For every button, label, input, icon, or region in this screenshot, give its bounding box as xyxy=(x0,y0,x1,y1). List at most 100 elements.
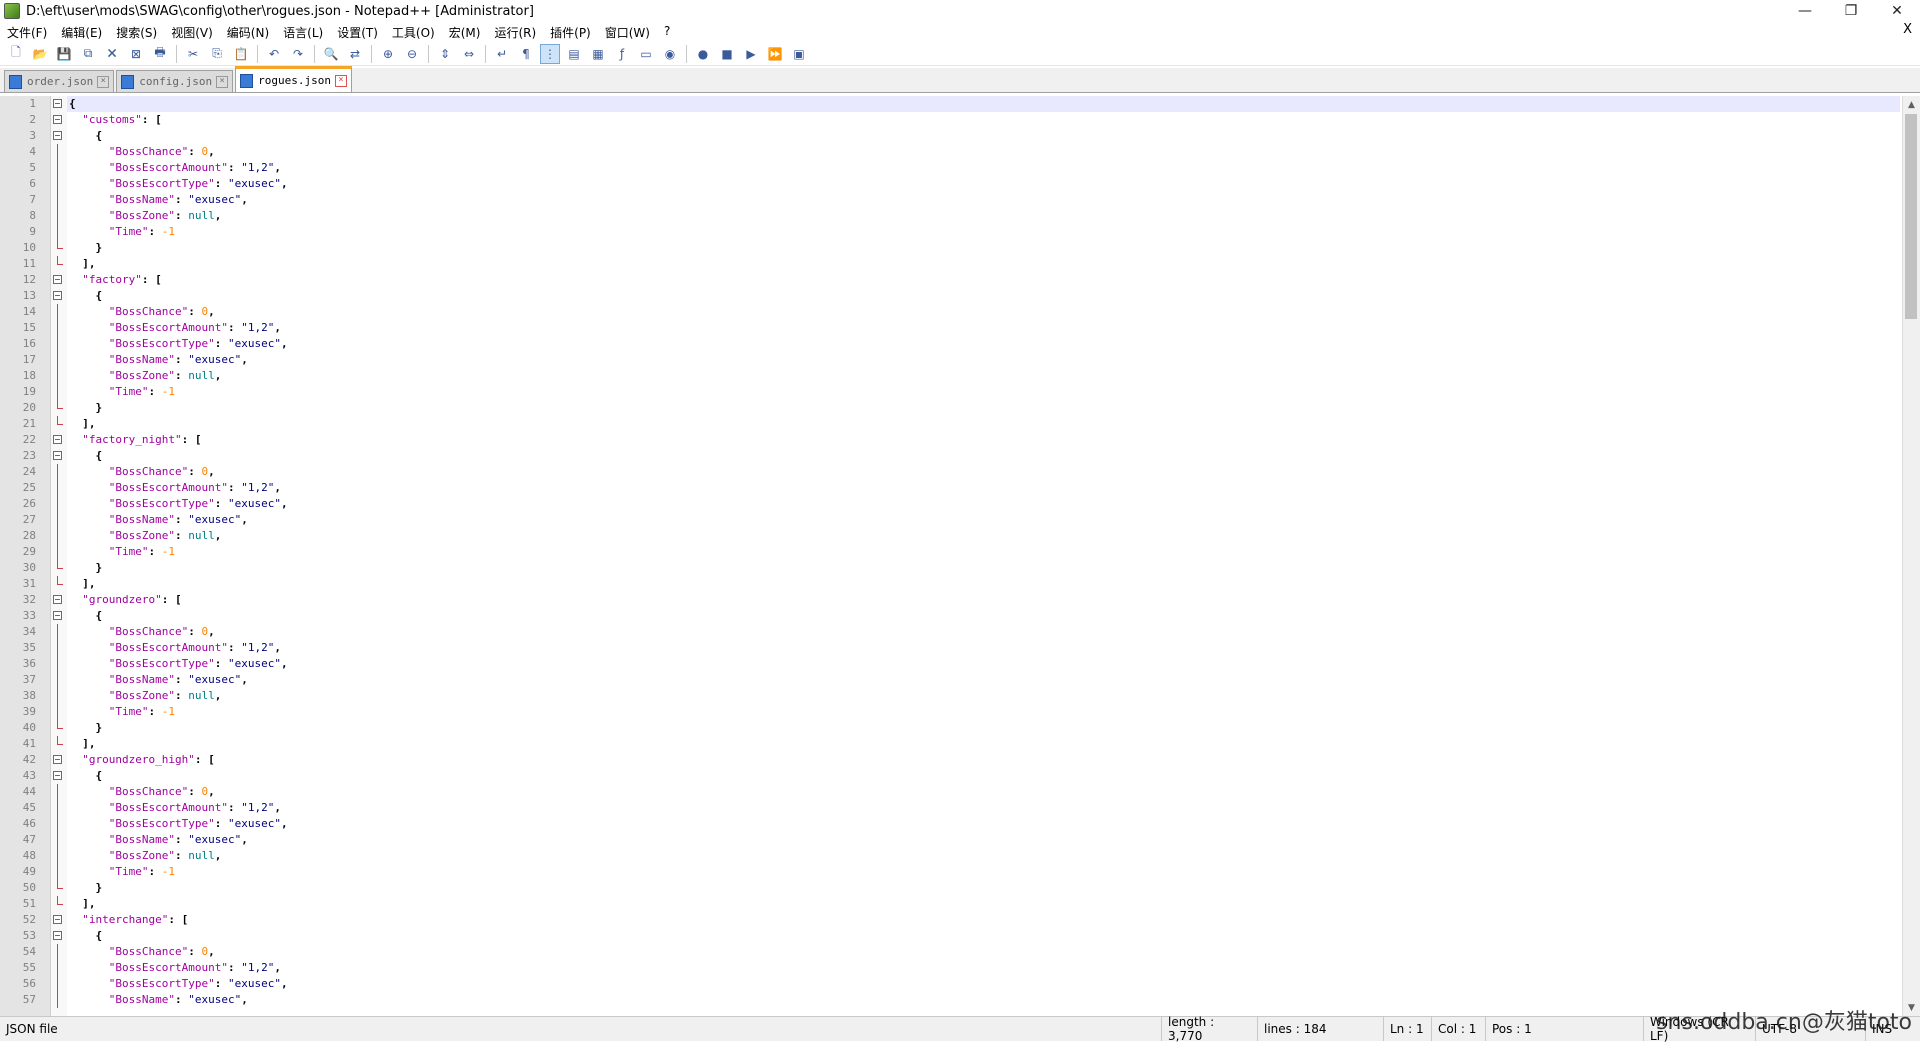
stop-macro-icon[interactable]: ■ xyxy=(717,44,737,64)
menu-item-0[interactable]: 文件(F) xyxy=(0,24,54,41)
tab-close-icon[interactable]: × xyxy=(334,74,347,87)
code-line[interactable]: 16 "BossEscortType": "exusec", xyxy=(23,336,1900,352)
code-line[interactable]: 47 "BossName": "exusec", xyxy=(23,832,1900,848)
code-line[interactable]: 6 "BossEscortType": "exusec", xyxy=(29,176,1900,192)
vertical-scrollbar[interactable]: ▲ ▼ xyxy=(1902,96,1920,1016)
undo-icon[interactable]: ↶ xyxy=(264,44,284,64)
play-macro-icon[interactable]: ▶ xyxy=(741,44,761,64)
show-all-chars-icon[interactable]: ¶ xyxy=(516,44,536,64)
code-line[interactable]: 28 "BossZone": null, xyxy=(23,528,1900,544)
editor[interactable]: 1{2 "customs": [3 {4 "BossChance": 0, 5 "… xyxy=(0,96,1920,1016)
fold-toggle-icon[interactable] xyxy=(53,771,62,780)
code-line[interactable]: 17 "BossName": "exusec", xyxy=(23,352,1900,368)
code-line[interactable]: 53 { xyxy=(23,928,1900,944)
record-macro-icon[interactable]: ● xyxy=(693,44,713,64)
sync-vertical-icon[interactable]: ⇕ xyxy=(435,44,455,64)
redo-icon[interactable]: ↷ xyxy=(288,44,308,64)
indent-guide-icon[interactable]: ⋮ xyxy=(540,43,560,64)
code-line[interactable]: 10 } xyxy=(23,240,1900,256)
menu-item-11[interactable]: 窗口(W) xyxy=(598,24,657,41)
code-line[interactable]: 51 ], xyxy=(23,896,1900,912)
menu-item-1[interactable]: 编辑(E) xyxy=(54,24,109,41)
menu-item-6[interactable]: 设置(T) xyxy=(330,24,385,41)
tab-config-json[interactable]: config.json × xyxy=(116,70,234,92)
code-line[interactable]: 34 "BossChance": 0, xyxy=(23,624,1900,640)
copy-icon[interactable]: ⎘ xyxy=(207,44,227,64)
code-line[interactable]: 8 "BossZone": null, xyxy=(29,208,1900,224)
code-line[interactable]: 32 "groundzero": [ xyxy=(23,592,1900,608)
tab-order-json[interactable]: order.json × xyxy=(4,70,115,92)
code-line[interactable]: 7 "BossName": "exusec", xyxy=(29,192,1900,208)
code-line[interactable]: 33 { xyxy=(23,608,1900,624)
zoom-in-icon[interactable]: ⊕ xyxy=(378,44,398,64)
menu-item-2[interactable]: 搜索(S) xyxy=(109,24,164,41)
code-line[interactable]: 20 } xyxy=(23,400,1900,416)
tab-close-icon[interactable]: × xyxy=(216,75,229,88)
scroll-up-icon[interactable]: ▲ xyxy=(1903,96,1920,113)
code-line[interactable]: 3 { xyxy=(29,128,1900,144)
code-line[interactable]: 14 "BossChance": 0, xyxy=(23,304,1900,320)
code-line[interactable]: 11 ], xyxy=(23,256,1900,272)
code-line[interactable]: 19 "Time": -1 xyxy=(23,384,1900,400)
code-line[interactable]: 44 "BossChance": 0, xyxy=(23,784,1900,800)
code-line[interactable]: 22 "factory_night": [ xyxy=(23,432,1900,448)
fold-toggle-icon[interactable] xyxy=(53,275,62,284)
print-icon[interactable]: 🖶 xyxy=(150,44,170,64)
function-list-icon[interactable]: ƒ xyxy=(612,44,632,64)
fold-toggle-icon[interactable] xyxy=(53,931,62,940)
fold-toggle-icon[interactable] xyxy=(53,755,62,764)
code-line[interactable]: 43 { xyxy=(23,768,1900,784)
save-macro-icon[interactable]: ▣ xyxy=(789,44,809,64)
code-line[interactable]: 24 "BossChance": 0, xyxy=(23,464,1900,480)
save-icon[interactable]: 💾 xyxy=(54,44,74,64)
scroll-thumb[interactable] xyxy=(1905,114,1917,319)
close-all-icon[interactable]: ⊠ xyxy=(126,44,146,64)
code-line[interactable]: 49 "Time": -1 xyxy=(23,864,1900,880)
menu-item-3[interactable]: 视图(V) xyxy=(164,24,220,41)
code-line[interactable]: 27 "BossName": "exusec", xyxy=(23,512,1900,528)
menu-item-12[interactable]: ? xyxy=(657,24,677,41)
code-line[interactable]: 2 "customs": [ xyxy=(29,112,1900,128)
code-line[interactable]: 45 "BossEscortAmount": "1,2", xyxy=(23,800,1900,816)
replace-icon[interactable]: ⇄ xyxy=(345,44,365,64)
code-line[interactable]: 56 "BossEscortType": "exusec", xyxy=(23,976,1900,992)
cut-icon[interactable]: ✂ xyxy=(183,44,203,64)
code-line[interactable]: 1{ xyxy=(29,96,1900,112)
word-wrap-icon[interactable]: ↵ xyxy=(492,44,512,64)
code-line[interactable]: 54 "BossChance": 0, xyxy=(23,944,1900,960)
code-line[interactable]: 29 "Time": -1 xyxy=(23,544,1900,560)
menu-item-7[interactable]: 工具(O) xyxy=(385,24,442,41)
code-line[interactable]: 48 "BossZone": null, xyxy=(23,848,1900,864)
fold-toggle-icon[interactable] xyxy=(53,435,62,444)
folder-workspace-icon[interactable]: ▭ xyxy=(636,44,656,64)
fold-toggle-icon[interactable] xyxy=(53,131,62,140)
run-macro-multiple-icon[interactable]: ⏩ xyxy=(765,44,785,64)
code-line[interactable]: 36 "BossEscortType": "exusec", xyxy=(23,656,1900,672)
menu-item-5[interactable]: 语言(L) xyxy=(276,24,330,41)
fold-margin[interactable] xyxy=(51,96,67,1016)
sync-horizontal-icon[interactable]: ⇔ xyxy=(459,44,479,64)
restore-button[interactable]: ❐ xyxy=(1828,0,1874,22)
code-line[interactable]: 21 ], xyxy=(23,416,1900,432)
code-line[interactable]: 39 "Time": -1 xyxy=(23,704,1900,720)
code-line[interactable]: 26 "BossEscortType": "exusec", xyxy=(23,496,1900,512)
minimize-button[interactable]: — xyxy=(1782,0,1828,22)
code-area[interactable]: 1{2 "customs": [3 {4 "BossChance": 0, 5 "… xyxy=(23,96,1900,1016)
code-line[interactable]: 30 } xyxy=(23,560,1900,576)
fold-toggle-icon[interactable] xyxy=(53,99,62,108)
code-line[interactable]: 50 } xyxy=(23,880,1900,896)
new-file-icon[interactable]: 🗋 xyxy=(6,44,26,64)
zoom-out-icon[interactable]: ⊖ xyxy=(402,44,422,64)
paste-icon[interactable]: 📋 xyxy=(231,44,251,64)
fold-toggle-icon[interactable] xyxy=(53,915,62,924)
monitoring-icon[interactable]: ◉ xyxy=(660,44,680,64)
menu-item-9[interactable]: 运行(R) xyxy=(487,24,543,41)
code-line[interactable]: 9 "Time": -1 xyxy=(29,224,1900,240)
code-line[interactable]: 12 "factory": [ xyxy=(23,272,1900,288)
menu-item-8[interactable]: 宏(M) xyxy=(442,24,488,41)
menu-item-4[interactable]: 编码(N) xyxy=(220,24,276,41)
code-line[interactable]: 57 "BossName": "exusec", xyxy=(23,992,1900,1008)
fold-toggle-icon[interactable] xyxy=(53,611,62,620)
code-line[interactable]: 40 } xyxy=(23,720,1900,736)
code-line[interactable]: 42 "groundzero_high": [ xyxy=(23,752,1900,768)
